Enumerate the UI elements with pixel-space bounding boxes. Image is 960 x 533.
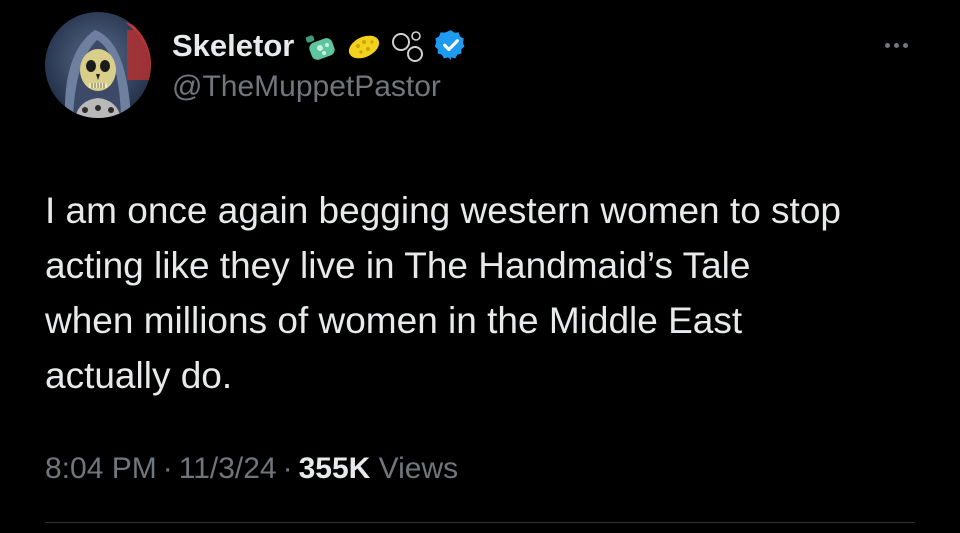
sponge-icon: [346, 28, 382, 64]
tweet-text-line: actually do.: [45, 355, 233, 396]
more-dot-icon: [902, 42, 908, 48]
meta-separator: ·: [282, 452, 293, 485]
views-count[interactable]: 355K: [299, 452, 371, 485]
lotion-bottle-icon: [302, 28, 338, 64]
tweet-text: I am once again begging western women to…: [45, 183, 925, 403]
display-name[interactable]: Skeletor: [172, 28, 294, 64]
views-label[interactable]: Views: [379, 452, 458, 485]
tweet-date[interactable]: 11/3/24: [179, 452, 277, 485]
avatar[interactable]: [45, 12, 151, 118]
tweet-text-line: when millions of women in the Middle Eas…: [45, 300, 743, 341]
more-options-button[interactable]: [876, 30, 916, 60]
tweet-card: Skeletor @TheMuppetPastor I am once agai…: [0, 0, 960, 533]
author-name-row: Skeletor: [172, 24, 470, 68]
tweet-time[interactable]: 8:04 PM: [45, 452, 157, 485]
divider: [45, 522, 915, 523]
bubbles-icon: [390, 28, 426, 64]
tweet-text-line: I am once again begging western women to…: [45, 190, 841, 231]
tweet-meta: 8:04 PM · 11/3/24 · 355K Views: [45, 452, 458, 486]
verified-badge-icon: [434, 28, 470, 64]
more-dot-icon: [884, 42, 890, 48]
meta-separator: ·: [162, 452, 173, 485]
more-dot-icon: [893, 42, 899, 48]
author-handle[interactable]: @TheMuppetPastor: [172, 70, 441, 104]
tweet-text-line: acting like they live in The Handmaid’s …: [45, 245, 751, 286]
